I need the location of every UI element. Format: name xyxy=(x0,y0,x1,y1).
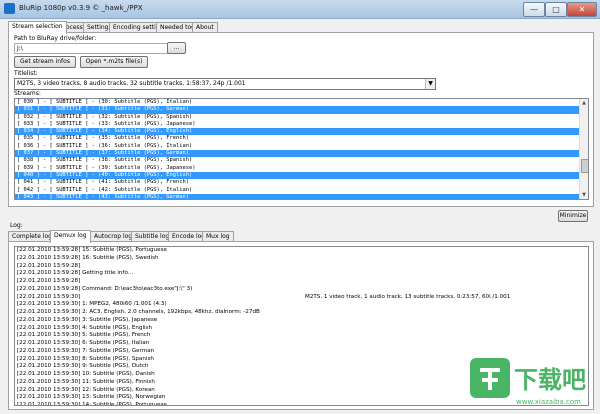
scroll-thumb[interactable] xyxy=(581,159,588,173)
browse-button[interactable]: ... xyxy=(167,42,186,54)
log-line-text: [22.01.2010 13:59:30] 2: AC3, English, 2… xyxy=(17,309,260,315)
log-line-text: [22.01.2010 13:59:28] Getting title info… xyxy=(17,270,134,277)
log-line-text: [22.01.2010 13:59:30] 9: Subtitle (PGS),… xyxy=(17,363,149,370)
title-bar: BluRip 1080p v0.3.9 © _hawk_/PPX — □ ✕ xyxy=(0,0,600,19)
log-line: [22.01.2010 13:59:28] 15: Subtitle (PGS)… xyxy=(15,247,588,255)
tab-stream-selection[interactable]: Stream selection xyxy=(8,21,67,34)
log-line-text: [22.01.2010 13:59:30] xyxy=(17,293,81,300)
get-stream-infos-button[interactable]: Get stream infos xyxy=(14,56,76,68)
log-line: [22.01.2010 13:59:30] 3: Subtitle (PGS),… xyxy=(15,317,588,325)
streams-label: Streams: xyxy=(14,90,41,97)
log-line-text: [22.01.2010 13:59:30] 12: Subtitle (PGS)… xyxy=(17,386,155,393)
path-input[interactable]: J:\ xyxy=(14,43,168,54)
stream-row[interactable]: [ 039 ] - [ SUBTITLE ] - (39: Subtitle (… xyxy=(15,165,588,172)
stream-row[interactable]: [ 038 ] - [ SUBTITLE ] - (38: Subtitle (… xyxy=(15,157,588,164)
log-line-text: [22.01.2010 13:59:28] xyxy=(17,262,81,269)
scroll-down-icon[interactable]: ▼ xyxy=(580,191,588,199)
log-line-text: [22.01.2010 13:59:28] 16: Subtitle (PGS)… xyxy=(17,254,159,261)
log-line: [22.01.2010 13:59:28] xyxy=(15,278,588,286)
log-line: [22.01.2010 13:59:30] 4: Subtitle (PGS),… xyxy=(15,325,588,333)
stream-row[interactable]: [ 036 ] - [ SUBTITLE ] - (36: Subtitle (… xyxy=(15,143,588,150)
log-line-text: [22.01.2010 13:59:30] 6: Subtitle (PGS),… xyxy=(17,340,150,346)
open-m2ts-button[interactable]: Open *.m2ts file(s) xyxy=(80,56,148,68)
stream-row[interactable]: [ 042 ] - [ SUBTITLE ] - (42: Subtitle (… xyxy=(15,187,588,194)
app-window: BluRip 1080p v0.3.9 © _hawk_/PPX — □ ✕ S… xyxy=(0,0,600,414)
minimize-button[interactable]: Minimize xyxy=(558,210,588,222)
streams-list[interactable]: [ 030 ] - [ SUBTITLE ] - (30: Subtitle (… xyxy=(14,98,589,200)
scroll-up-icon[interactable]: ▲ xyxy=(580,99,588,107)
tab-demux-log[interactable]: Demux log xyxy=(50,230,91,243)
stream-row[interactable]: [ 031 ] - [ SUBTITLE ] - (31: Subtitle (… xyxy=(15,106,588,114)
path-label: Path to BluRay drive/folder: xyxy=(14,35,97,42)
titlelist-select[interactable]: M2TS, 3 video tracks, 8 audio tracks, 32… xyxy=(14,78,436,90)
log-line-text: [22.01.2010 13:59:28] 15: Subtitle (PGS)… xyxy=(17,247,167,253)
log-line: [22.01.2010 13:59:30] 5: Subtitle (PGS),… xyxy=(15,332,588,340)
stream-row[interactable]: [ 033 ] - [ SUBTITLE ] - (33: Subtitle (… xyxy=(15,121,588,128)
stream-row[interactable]: [ 041 ] - [ SUBTITLE ] - (41: Subtitle (… xyxy=(15,179,588,186)
streams-scrollbar[interactable]: ▲ ▼ xyxy=(579,99,588,199)
close-window-button[interactable]: ✕ xyxy=(567,2,597,17)
stream-selection-panel: Path to BluRay drive/folder: J:\ ... Get… xyxy=(8,32,594,207)
log-line: [22.01.2010 13:59:28] 16: Subtitle (PGS)… xyxy=(15,255,588,263)
log-line: [22.01.2010 13:59:30] 2: AC3, English, 2… xyxy=(15,309,588,317)
minimize-window-button[interactable]: — xyxy=(523,2,545,17)
log-line-text: [22.01.2010 13:59:30] 8: Subtitle (PGS),… xyxy=(17,355,154,362)
log-line-text: [22.01.2010 13:59:30] 13: Subtitle (PGS)… xyxy=(17,394,166,401)
log-line: [22.01.2010 13:59:28] Command: D:\eac3to… xyxy=(15,286,588,294)
log-line-text: [22.01.2010 13:59:30] 3: Subtitle (PGS),… xyxy=(17,316,158,323)
maximize-window-button[interactable]: □ xyxy=(545,2,567,17)
stream-row[interactable]: [ 032 ] - [ SUBTITLE ] - (32: Subtitle (… xyxy=(15,114,588,121)
watermark-logo: 下载吧 www.xiazaiba.com xyxy=(468,354,598,412)
chevron-down-icon: ▼ xyxy=(425,79,435,89)
log-line: [22.01.2010 13:59:30] 1: MPEG2, 480i60 /… xyxy=(15,301,588,309)
stream-row[interactable]: [ 043 ] - [ SUBTITLE ] - (43: Subtitle (… xyxy=(15,193,588,199)
log-line-text: [22.01.2010 13:59:28] xyxy=(17,278,81,284)
window-title: BluRip 1080p v0.3.9 © _hawk_/PPX xyxy=(19,4,143,12)
log-line: [22.01.2010 13:59:28] Getting title info… xyxy=(15,270,588,278)
log-line: [22.01.2010 13:59:28] xyxy=(15,263,588,271)
log-line-text: [22.01.2010 13:59:30] 11: Subtitle (PGS)… xyxy=(17,378,155,385)
watermark-url: www.xiazaiba.com xyxy=(516,398,581,406)
log-line-text: [22.01.2010 13:59:30] 1: MPEG2, 480i60 /… xyxy=(17,301,167,308)
log-line-text: [22.01.2010 13:59:28] Command: D:\eac3to… xyxy=(17,285,193,292)
watermark-text: 下载吧 xyxy=(514,366,586,394)
titlelist-value: M2TS, 3 video tracks, 8 audio tracks, 32… xyxy=(17,80,246,87)
log-line-text: [22.01.2010 13:59:30] 4: Subtitle (PGS),… xyxy=(17,324,153,331)
stream-row[interactable]: [ 037 ] - [ SUBTITLE ] - (37: Subtitle (… xyxy=(15,150,588,158)
stream-row[interactable]: [ 040 ] - [ SUBTITLE ] - (40: Subtitle (… xyxy=(15,171,588,180)
log-line-detail: M2TS, 1 video track, 1 audio track, 13 s… xyxy=(305,293,511,300)
log-line: [22.01.2010 13:59:30] M2TS, 1 video track… xyxy=(15,294,588,302)
stream-row[interactable]: [ 034 ] - [ SUBTITLE ] - (34: Subtitle (… xyxy=(15,128,588,136)
log-label: Log: xyxy=(10,222,23,229)
log-line: [22.01.2010 13:59:30] 6: Subtitle (PGS),… xyxy=(15,340,588,348)
titlelist-label: Titlelist: xyxy=(14,70,38,77)
log-line-text: [22.01.2010 13:59:30] 5: Subtitle (PGS),… xyxy=(17,332,151,339)
stream-row[interactable]: [ 030 ] - [ SUBTITLE ] - (30: Subtitle (… xyxy=(15,99,588,106)
log-line-text: [22.01.2010 13:59:30] 10: Subtitle (PGS)… xyxy=(17,371,155,377)
app-icon xyxy=(4,3,15,14)
log-line-text: [22.01.2010 13:59:30] 14: Subtitle (PGS)… xyxy=(17,402,167,406)
log-line-text: [22.01.2010 13:59:30] 7: Subtitle (PGS),… xyxy=(17,347,155,354)
stream-row[interactable]: [ 035 ] - [ SUBTITLE ] - (35: Subtitle (… xyxy=(15,135,588,142)
